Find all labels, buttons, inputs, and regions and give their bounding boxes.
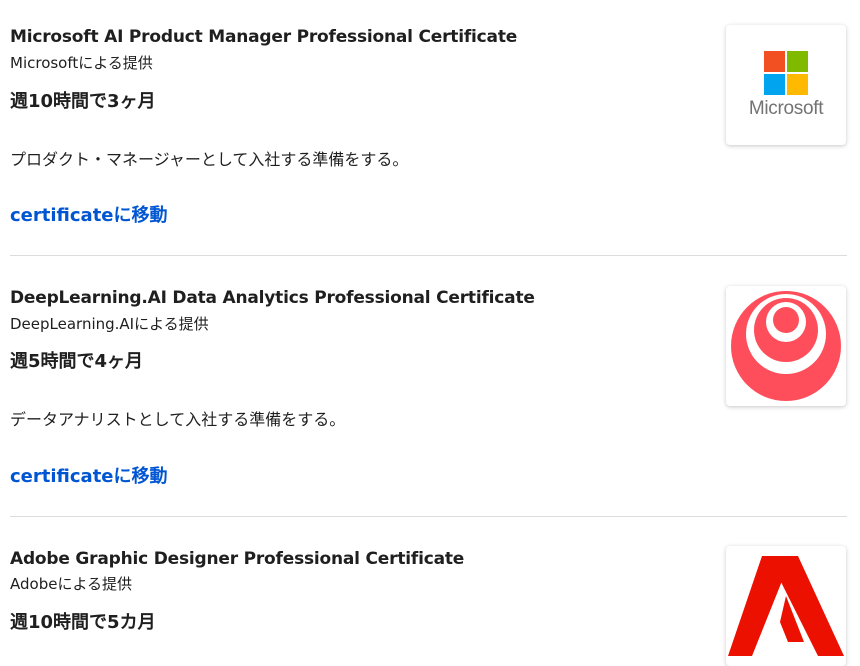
divider <box>10 516 847 517</box>
course-duration: 週5時間で4ヶ月 <box>10 351 144 372</box>
microsoft-squares-icon <box>764 50 808 95</box>
divider <box>10 255 847 256</box>
course-description: データアナリストとして入社する準備をする。 <box>10 410 346 429</box>
course-description: プロダクト・マネージャーとして入社する準備をする。 <box>10 150 409 169</box>
course-provider: Microsoftによる提供 <box>10 54 153 72</box>
course-title[interactable]: DeepLearning.AI Data Analytics Professio… <box>10 288 535 308</box>
microsoft-logo[interactable]: Microsoft <box>726 25 846 145</box>
go-to-certificate-link[interactable]: certificateに移動 <box>10 462 168 488</box>
course-provider: Adobeによる提供 <box>10 575 132 593</box>
course-duration: 週10時間で3ヶ月 <box>10 91 156 112</box>
course-title[interactable]: Adobe Graphic Designer Professional Cert… <box>10 549 464 569</box>
adobe-icon <box>728 556 844 656</box>
deeplearning-ai-icon <box>731 291 841 401</box>
course-title[interactable]: Microsoft AI Product Manager Professiona… <box>10 27 517 47</box>
course-provider: DeepLearning.AIによる提供 <box>10 315 209 333</box>
go-to-certificate-link[interactable]: certificateに移動 <box>10 201 168 227</box>
adobe-logo[interactable] <box>726 546 846 666</box>
course-duration: 週10時間で5カ月 <box>10 612 156 633</box>
deeplearning-ai-logo[interactable] <box>726 286 846 406</box>
microsoft-wordmark: Microsoft <box>748 97 824 119</box>
